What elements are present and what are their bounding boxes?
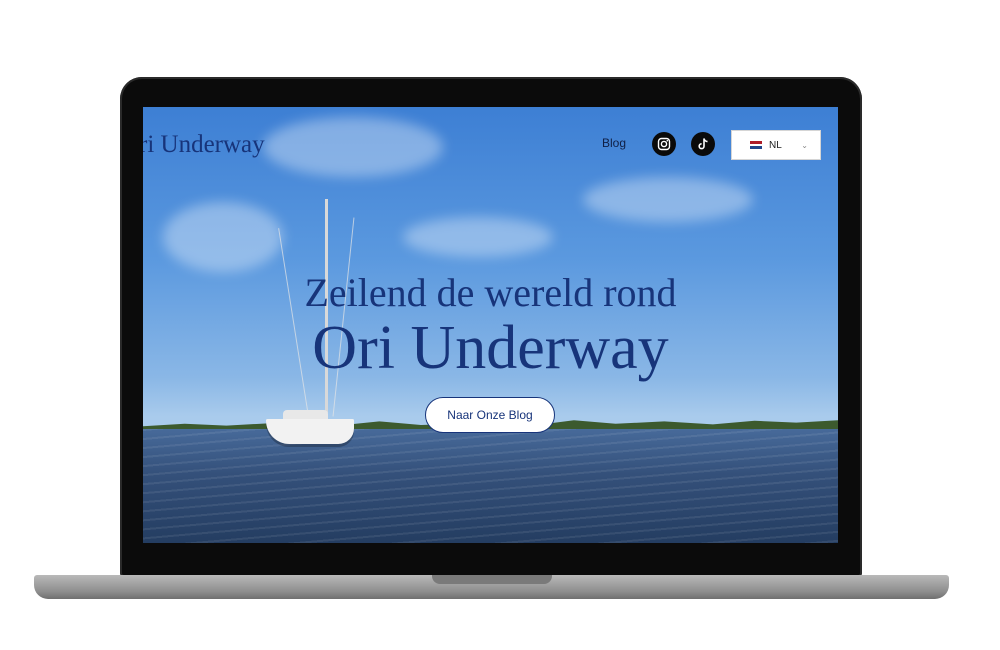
cloud [403,217,553,257]
blog-cta-button[interactable]: Naar Onze Blog [425,397,555,433]
cloud [163,202,283,272]
chevron-down-icon: ⌄ [801,141,808,150]
language-label: NL [769,139,782,151]
water [143,429,838,543]
site-logo[interactable]: ri Underway [143,131,265,159]
netherlands-flag-icon [750,141,762,150]
cloud [583,177,753,222]
hero-subtitle: Zeilend de wereld rond [304,270,677,315]
cloud [263,117,443,177]
tiktok-icon[interactable] [691,132,715,156]
nav-blog-link[interactable]: Blog [602,136,626,150]
language-selector[interactable]: NL ⌄ [731,130,821,160]
instagram-icon[interactable] [652,132,676,156]
sailboat-hull [266,419,354,444]
website-screen: ri Underway Blog NL ⌄ Zeilend de wereld … [143,107,838,543]
laptop-notch [432,575,552,584]
hero-title: Ori Underway [312,314,669,382]
